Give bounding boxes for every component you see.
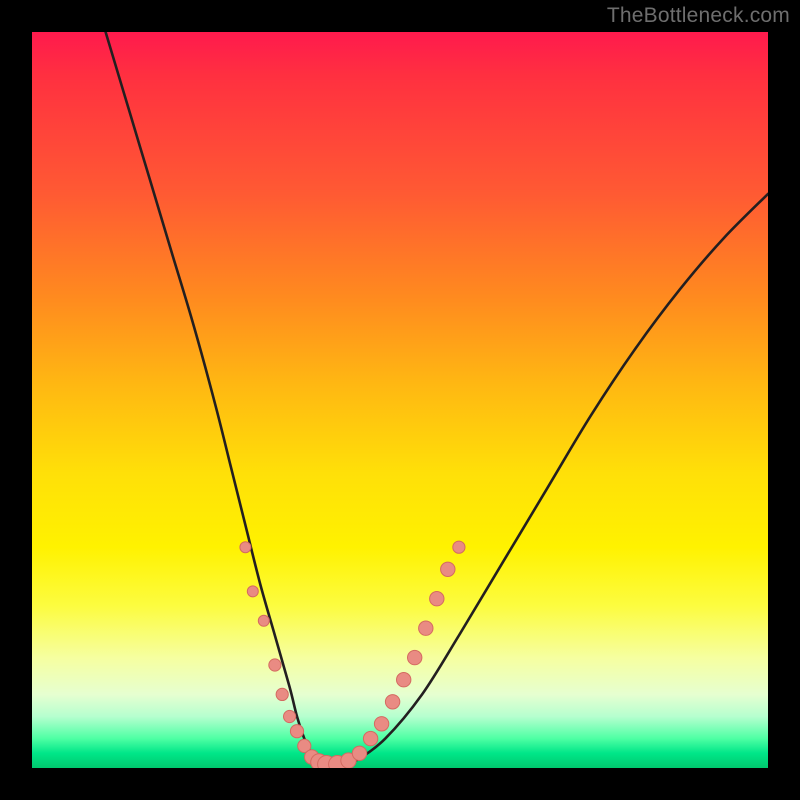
curve-marker: [284, 710, 296, 722]
chart-stage: TheBottleneck.com: [0, 0, 800, 800]
watermark-label: TheBottleneck.com: [607, 4, 790, 28]
curve-marker: [240, 542, 251, 553]
curve-marker: [352, 746, 366, 760]
curve-marker: [419, 621, 433, 635]
curve-marker: [430, 592, 444, 606]
curve-marker: [374, 717, 388, 731]
curve-marker: [247, 586, 258, 597]
curve-marker: [269, 659, 281, 671]
curve-marker: [408, 650, 422, 664]
curve-marker: [363, 731, 377, 745]
curve-markers: [32, 32, 768, 768]
curve-marker: [397, 673, 411, 687]
curve-marker: [290, 725, 303, 738]
curve-marker: [453, 541, 465, 553]
curve-marker: [441, 562, 455, 576]
curve-marker: [276, 688, 288, 700]
curve-marker: [258, 615, 269, 626]
plot-area: [32, 32, 768, 768]
curve-marker: [385, 695, 399, 709]
